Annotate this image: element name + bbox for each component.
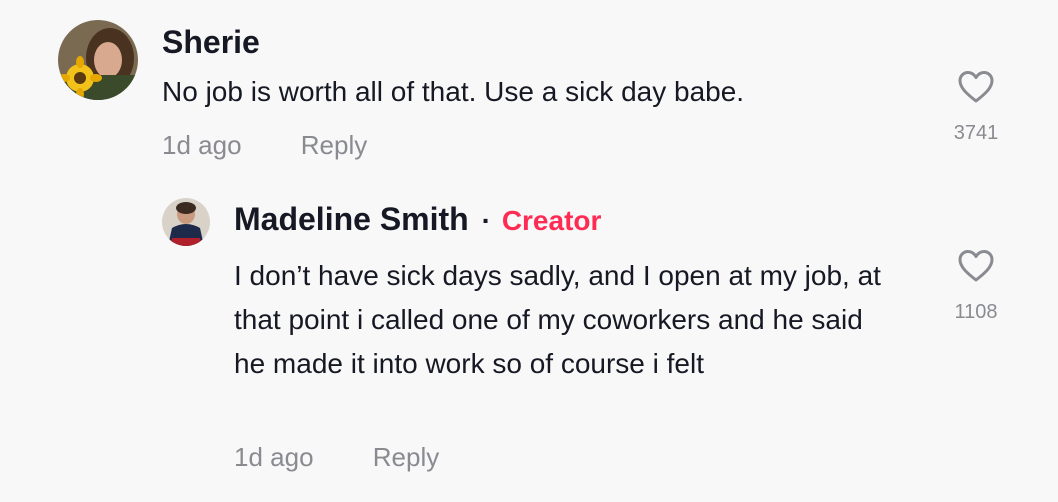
avatar-image [162,198,210,246]
like-count: 3741 [953,122,999,144]
comment-meta: 1d ago Reply [162,130,367,161]
comment-text: No job is worth all of that. Use a sick … [162,76,745,107]
comment-timestamp: 1d ago [162,130,242,160]
heart-outline-icon[interactable] [957,70,995,104]
avatar[interactable] [58,20,138,100]
comment-meta: 1d ago Reply [234,442,439,473]
comment-text: I don’t have sick days sadly, and I open… [234,260,881,379]
separator-dot: · [481,205,491,236]
reply-button[interactable]: Reply [301,130,367,160]
heart-outline-icon[interactable] [957,249,995,283]
comment-thread: Sherie No job is worth all of that. Use … [0,0,1058,502]
avatar[interactable] [162,198,210,246]
comment-author[interactable]: Sherie [162,24,260,61]
comment-author-line: Madeline Smith · Creator [234,201,601,238]
comment-timestamp: 1d ago [234,442,314,472]
like-count: 1108 [954,301,998,323]
creator-badge: Creator [501,205,602,236]
comment-author[interactable]: Madeline Smith [234,201,469,237]
avatar-image [58,20,138,100]
reply-button[interactable]: Reply [373,442,439,472]
